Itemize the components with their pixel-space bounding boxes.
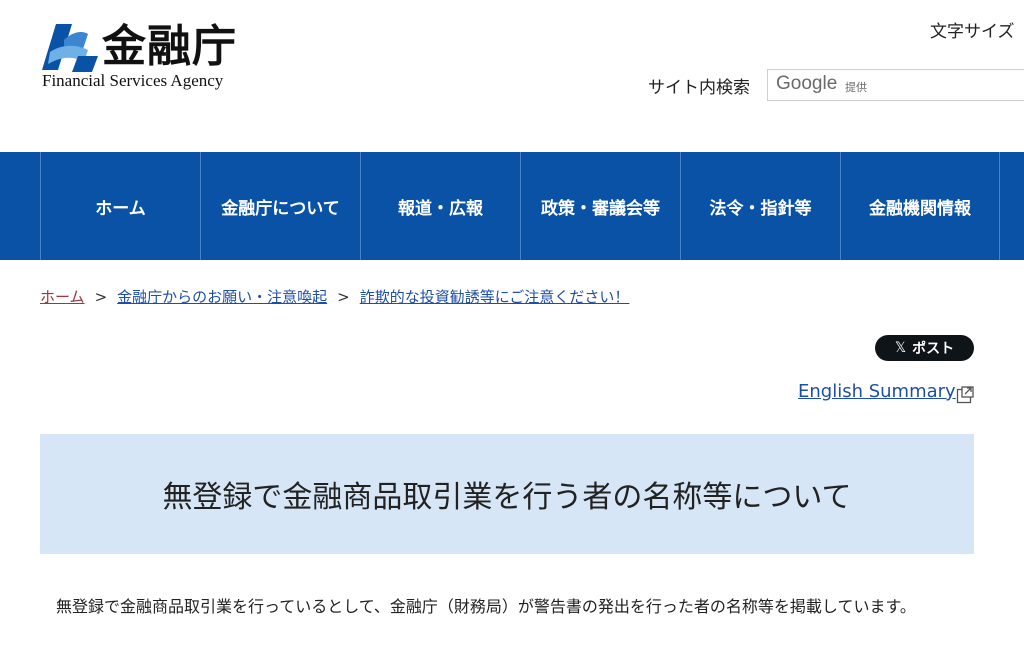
nav-laws[interactable]: 法令・指針等: [680, 152, 840, 260]
fsa-logo-mark-icon: [42, 24, 98, 72]
breadcrumb-notices-link[interactable]: 金融庁からのお願い・注意喚起: [117, 288, 327, 306]
nav-about[interactable]: 金融庁について: [200, 152, 360, 260]
intro-paragraph: 無登録で金融商品取引業を行っているとして、金融庁（財務局）が警告書の発出を行った…: [56, 597, 916, 616]
breadcrumb-separator: >: [337, 288, 350, 306]
breadcrumb-home-link[interactable]: ホーム: [40, 288, 85, 306]
post-label: ポスト: [912, 341, 955, 357]
logo-english: Financial Services Agency: [42, 71, 224, 90]
global-nav: ホーム 金融庁について 報道・広報 政策・審議会等 法令・指針等 金融機関情報: [0, 152, 1024, 260]
site-search-input[interactable]: Google 提供: [767, 69, 1024, 101]
font-size-label: 文字サイズ: [930, 22, 1015, 42]
external-link-icon: [956, 386, 974, 404]
x-logo-icon: 𝕏: [894, 340, 907, 356]
english-summary-link[interactable]: English Summary: [798, 381, 956, 402]
site-header: 金融庁 Financial Services Agency 文字サイズ サイト内…: [0, 0, 1024, 152]
logo-kanji: 金融庁: [102, 21, 237, 72]
nav-press[interactable]: 報道・広報: [360, 152, 520, 260]
nav-policy[interactable]: 政策・審議会等: [520, 152, 680, 260]
page-title: 無登録で金融商品取引業を行う者の名称等について: [162, 480, 852, 515]
nav-institutions[interactable]: 金融機関情報: [840, 152, 1000, 260]
site-search-label: サイト内検索: [648, 78, 750, 98]
page-title-box: 無登録で金融商品取引業を行う者の名称等について: [40, 434, 974, 554]
fsa-logo[interactable]: 金融庁 Financial Services Agency: [42, 20, 257, 94]
google-watermark: Google: [776, 73, 838, 94]
x-post-button[interactable]: 𝕏 ポスト: [875, 335, 974, 361]
nav-home[interactable]: ホーム: [40, 152, 200, 260]
breadcrumb: ホーム > 金融庁からのお願い・注意喚起 > 詐欺的な投資勧誘等にご注意ください！: [40, 286, 629, 307]
google-provided-label: 提供: [845, 81, 867, 94]
breadcrumb-fraud-link[interactable]: 詐欺的な投資勧誘等にご注意ください！: [360, 288, 630, 306]
breadcrumb-separator: >: [94, 288, 108, 306]
